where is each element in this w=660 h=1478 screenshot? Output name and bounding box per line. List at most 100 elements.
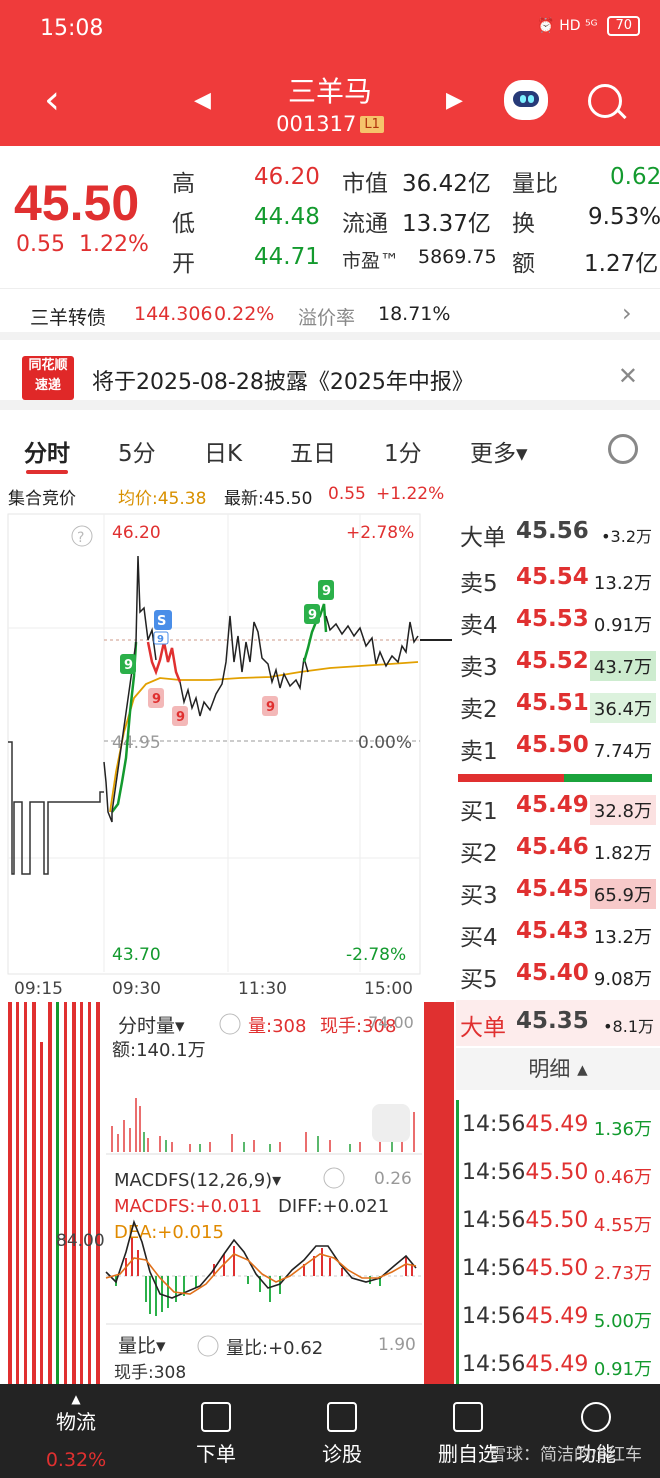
logistics-label: 物流 <box>56 1410 96 1434</box>
ask-row[interactable]: 卖2 45.51 36.4万 <box>456 684 656 724</box>
diagnose-icon <box>327 1402 357 1432</box>
mktcap-label: 市值 <box>342 171 388 197</box>
bid-ask-ratio-bar <box>458 774 652 782</box>
macd-tab[interactable]: MACDFS(12,26,9)▾ <box>114 1170 281 1191</box>
bid-row[interactable]: 买3 45.45 65.9万 <box>456 870 656 910</box>
news-banner[interactable]: 同花顺 速递 将于2025-08-28披露《2025年中报》 ✕ <box>0 346 660 410</box>
bid-vol: 1.82万 <box>593 843 652 864</box>
ask-row[interactable]: 卖3 45.52 43.7万 <box>456 642 656 682</box>
next-stock-button[interactable]: ▶ <box>446 88 463 113</box>
bond-price: 144.306 <box>134 303 213 325</box>
tick-side-bar <box>456 1100 459 1384</box>
bid-row[interactable]: 买1 45.49 32.8万 <box>456 786 656 826</box>
big-order-top-price: 45.56 <box>516 518 589 544</box>
tick-detail-panel: 大单 45.35 •8.1万 明细 ▴ 14:5645.49 1.36万 14:… <box>456 1000 660 1384</box>
big-order-top-label: 大单 <box>460 525 506 551</box>
ask-price: 45.50 <box>516 732 589 758</box>
logistics-button[interactable]: ▲ 物流 0.32% <box>16 1392 136 1471</box>
ask-label: 卖4 <box>460 613 498 639</box>
bond-pct: 0.22% <box>214 303 275 325</box>
tab-daily-k[interactable]: 日K <box>204 434 242 468</box>
tab-five-day[interactable]: 五日 <box>290 434 336 468</box>
tick-time: 14:56 <box>462 1112 526 1137</box>
level-badge: L1 <box>360 116 384 133</box>
price-line-black-1 <box>103 555 157 823</box>
big-order-bottom[interactable]: 大单 45.35 •8.1万 <box>456 1000 660 1046</box>
price-change: 0.55 1.22% <box>16 232 149 257</box>
logo-top: 同花顺 <box>28 358 68 373</box>
bottom-toolbar: ▲ 物流 0.32% 下单 诊股 删自选 功能 雪球：简洁的小红车 <box>0 1384 660 1478</box>
tab-5min[interactable]: 5分 <box>118 434 156 468</box>
tab-more[interactable]: 更多▾ <box>470 434 528 468</box>
tick-vol: 0.91万 <box>593 1359 652 1380</box>
chevron-right-icon[interactable]: › <box>622 299 632 327</box>
tick-vol: 5.00万 <box>593 1311 652 1332</box>
ask-price: 45.54 <box>516 564 589 590</box>
robot-assistant-icon[interactable] <box>504 80 548 120</box>
settings-icon[interactable] <box>608 434 638 464</box>
big-order-top[interactable]: 大单 45.56 •3.2万 <box>456 512 656 552</box>
convertible-bond-row[interactable]: 三羊转债 144.306 0.22% 溢价率 18.71% › <box>0 288 660 340</box>
indicator-panels[interactable]: 84.00 分时量▾ 量:308 现手:308 74.00 额:140.1万 M… <box>0 1002 456 1384</box>
tick-price: 45.50 <box>525 1208 589 1233</box>
detail-header[interactable]: 明细 ▴ <box>456 1048 660 1090</box>
volume-tab[interactable]: 分时量▾ <box>118 1015 185 1037</box>
marker-red-1: 9 <box>152 692 161 707</box>
last-price: 45.50 <box>14 175 140 231</box>
auction-label: 集合竞价 <box>8 489 76 509</box>
fullscreen-icon[interactable] <box>372 1104 410 1142</box>
latest-price: 最新:45.50 <box>224 489 313 509</box>
volratio-tab[interactable]: 量比▾ <box>118 1335 166 1357</box>
tick-vol: 1.36万 <box>593 1119 652 1140</box>
bid-row[interactable]: 买5 45.40 9.08万 <box>456 954 656 994</box>
big-order-top-vol: •3.2万 <box>601 527 652 546</box>
volratio-current: 现手:308 <box>114 1363 186 1383</box>
stock-title: 三羊马 <box>287 75 372 108</box>
marker-red-3: 9 <box>266 700 275 715</box>
bid-row[interactable]: 买2 45.46 1.82万 <box>456 828 656 868</box>
price-line-black-2 <box>179 615 309 717</box>
marker-green-3: 9 <box>322 584 331 599</box>
tab-intraday[interactable]: 分时 <box>24 434 70 468</box>
float-label: 流通 <box>342 211 388 237</box>
tick-time: 14:56 <box>462 1352 526 1377</box>
close-icon[interactable]: ✕ <box>618 362 638 390</box>
bid-price: 45.43 <box>516 918 589 944</box>
pe-label: 市盈™ <box>342 250 400 272</box>
ask-row[interactable]: 卖4 45.53 0.91万 <box>456 600 656 640</box>
diagnose-button[interactable]: 诊股 <box>282 1402 402 1467</box>
volume-top: 74.00 <box>368 1013 414 1032</box>
time-0930: 09:30 <box>112 979 161 999</box>
tick-row: 14:5645.50 4.55万 <box>462 1208 658 1236</box>
status-icon-group: ⏰ HD ⁵ᴳ <box>537 18 598 34</box>
diff-value: DIFF:+0.021 <box>278 1196 389 1217</box>
low-label: 低 <box>172 211 195 237</box>
closing-volume-bar <box>424 1002 454 1384</box>
marker-green-1: 9 <box>124 658 133 673</box>
order-icon <box>201 1402 231 1432</box>
ask-row[interactable]: 卖1 45.50 7.74万 <box>456 726 656 766</box>
tick-time: 14:56 <box>462 1304 526 1329</box>
macd-value: MACDFS:+0.011 <box>114 1196 262 1217</box>
big-order-bottom-label: 大单 <box>460 1015 506 1041</box>
search-icon[interactable] <box>588 84 622 118</box>
intraday-chart[interactable]: 46.20 +2.78% 44.95 0.00% 43.70 -2.78% ? … <box>0 512 456 1002</box>
top-bar: 15:08 ⏰ HD ⁵ᴳ 70 ‹ ◀ 三羊马 001317 L1 ▶ <box>0 0 660 146</box>
ask-price: 45.52 <box>516 648 589 674</box>
price-line-black-3 <box>325 615 419 668</box>
ask-vol: 43.7万 <box>589 651 656 681</box>
time-1500: 15:00 <box>364 979 413 999</box>
chart-tabs: 分时 5分 日K 五日 1分 更多▾ <box>0 420 660 478</box>
change-pct: 1.22% <box>78 232 149 257</box>
ask-row[interactable]: 卖5 45.54 13.2万 <box>456 558 656 598</box>
price-line-red-1 <box>146 641 182 683</box>
bid-row[interactable]: 买4 45.43 13.2万 <box>456 912 656 952</box>
tab-1min[interactable]: 1分 <box>384 434 422 468</box>
stock-code-text: 001317 <box>276 112 357 136</box>
watermark: 雪球：简洁的小红车 <box>489 1445 642 1465</box>
bid-price: 45.40 <box>516 960 589 986</box>
tick-time: 14:56 <box>462 1256 526 1281</box>
order-button[interactable]: 下单 <box>156 1402 276 1467</box>
ask-vol: 13.2万 <box>593 573 652 594</box>
volratio-top: 1.90 <box>378 1335 416 1355</box>
